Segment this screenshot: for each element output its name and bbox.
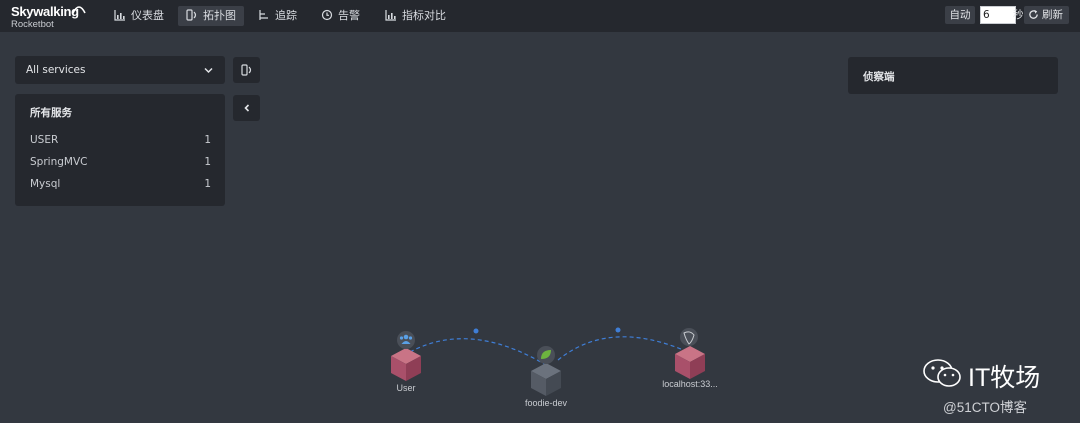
service-select-value: All services: [26, 64, 86, 76]
topology-node-foodie-dev[interactable]: foodie-dev: [525, 346, 568, 408]
services-title: 所有服务: [30, 107, 72, 119]
topology-icon: [186, 8, 198, 21]
service-count: 1: [204, 156, 211, 168]
probe-title: 侦察端: [863, 71, 895, 83]
service-name: USER: [30, 134, 59, 146]
service-row[interactable]: SpringMVC 1: [30, 154, 211, 170]
watermark-subtitle: @51CTO博客: [943, 400, 1027, 415]
users-icon-head-3: [408, 336, 413, 340]
nav-alarm[interactable]: 告警: [313, 6, 368, 26]
topology-link[interactable]: [409, 338, 547, 366]
users-icon-head: [403, 334, 409, 340]
node-label: foodie-dev: [525, 398, 568, 408]
service-row[interactable]: USER 1: [30, 132, 211, 148]
nav-topology[interactable]: 拓扑图: [178, 6, 244, 26]
top-nav-bar: Skywalking Rocketbot 仪表盘 拓扑图 追踪 告警 指标对比 …: [0, 0, 1080, 32]
interval-unit: 秒: [1013, 9, 1024, 21]
refresh-label: 刷新: [1042, 9, 1063, 21]
probe-panel: 侦察端: [848, 57, 1058, 94]
service-count: 1: [204, 178, 211, 190]
topology-node-user[interactable]: User: [391, 331, 421, 393]
refresh-icon: [1028, 8, 1039, 19]
chevron-down-icon: [204, 67, 213, 74]
service-name: SpringMVC: [30, 156, 88, 168]
chart-bar-icon: [114, 8, 126, 21]
nav-metric-compare[interactable]: 指标对比: [377, 6, 454, 26]
users-icon: [397, 331, 415, 349]
refresh-button[interactable]: 刷新: [1024, 6, 1069, 24]
nav-label: 拓扑图: [203, 9, 236, 22]
brand-name: Skywalking: [11, 4, 79, 19]
collapse-panel-button[interactable]: [233, 95, 260, 121]
skywalking-logo[interactable]: Skywalking Rocketbot: [11, 4, 91, 30]
service-count: 1: [204, 134, 211, 146]
alarm-icon: [321, 8, 333, 21]
service-name: Mysql: [30, 178, 61, 190]
link-midpoint[interactable]: [473, 328, 479, 334]
nav-label: 指标对比: [402, 9, 446, 22]
topology-node-localhost[interactable]: localhost:33...: [662, 328, 718, 389]
service-group-select[interactable]: All services: [15, 56, 225, 84]
topology-link[interactable]: [557, 336, 689, 361]
users-icon-head-2: [399, 336, 404, 340]
brand-subtitle: Rocketbot: [11, 19, 54, 30]
watermark-title: IT牧场: [968, 364, 1041, 392]
nav-label: 追踪: [275, 9, 297, 22]
services-panel: 所有服务 USER 1 SpringMVC 1 Mysql 1: [15, 94, 225, 206]
node-label: localhost:33...: [662, 379, 718, 389]
topology-icon: [241, 64, 252, 76]
auto-refresh-button[interactable]: 自动: [945, 6, 975, 24]
nav-trace[interactable]: 追踪: [250, 6, 305, 26]
node-label: User: [396, 383, 415, 393]
chart-bar-icon: [385, 8, 397, 21]
service-row[interactable]: Mysql 1: [30, 176, 211, 192]
nav-label: 仪表盘: [131, 9, 164, 22]
link-midpoint[interactable]: [615, 327, 621, 333]
logo-arc-icon: [72, 6, 86, 14]
toggle-panel-button[interactable]: [233, 57, 260, 83]
interval-input[interactable]: 6: [980, 6, 1016, 24]
trace-icon: [258, 8, 270, 20]
nav-dashboard[interactable]: 仪表盘: [106, 6, 172, 26]
nav-label: 告警: [338, 9, 360, 22]
chevron-left-icon: [244, 104, 250, 112]
wechat-logo-icon: [923, 359, 961, 387]
